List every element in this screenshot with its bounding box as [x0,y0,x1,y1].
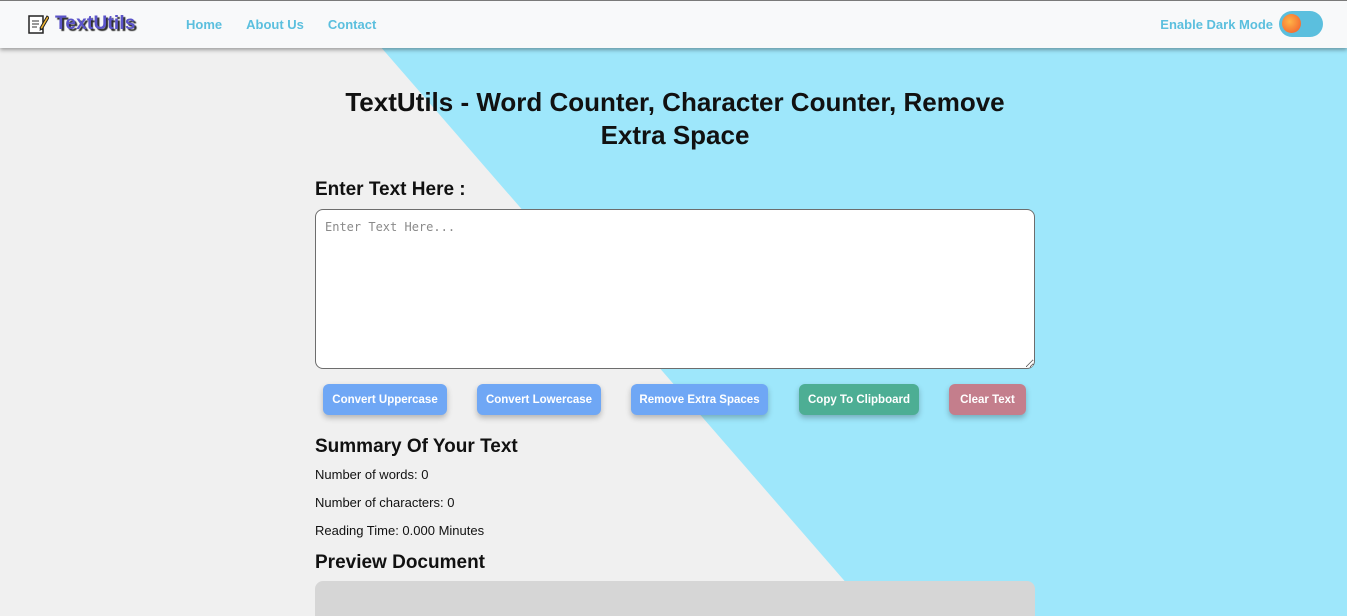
copy-to-clipboard-button[interactable]: Copy To Clipboard [799,384,919,415]
nav-links: Home About Us Contact [186,17,400,32]
nav-link-contact[interactable]: Contact [328,17,376,32]
memo-icon [28,15,49,34]
dark-mode-switch: Enable Dark Mode [1160,11,1323,37]
toggle-knob [1282,14,1301,33]
nav-link-about[interactable]: About Us [246,17,304,32]
nav-link-home[interactable]: Home [186,17,222,32]
convert-lowercase-button[interactable]: Convert Lowercase [477,384,601,415]
navbar: TextUtils Home About Us Contact Enable D… [0,0,1347,48]
dark-mode-toggle[interactable] [1279,11,1323,37]
character-count: Number of characters: 0 [315,495,455,510]
preview-box [315,581,1035,616]
summary-title: Summary Of Your Text [315,436,518,457]
convert-uppercase-button[interactable]: Convert Uppercase [323,384,447,415]
main-content: TextUtils - Word Counter, Character Coun… [315,86,1035,616]
word-count: Number of words: 0 [315,467,429,482]
action-buttons: Convert Uppercase Convert Lowercase Remo… [315,384,1035,416]
enter-text-label: Enter Text Here : [315,179,466,200]
brand-name: TextUtils [55,13,136,34]
dark-mode-label: Enable Dark Mode [1160,16,1273,32]
brand[interactable]: TextUtils [27,13,136,35]
text-input[interactable] [315,209,1035,369]
remove-extra-spaces-button[interactable]: Remove Extra Spaces [631,384,768,415]
page-title: TextUtils - Word Counter, Character Coun… [345,87,1005,150]
reading-time: Reading Time: 0.000 Minutes [315,523,485,538]
clear-text-button[interactable]: Clear Text [949,384,1026,415]
preview-title: Preview Document [315,552,485,573]
